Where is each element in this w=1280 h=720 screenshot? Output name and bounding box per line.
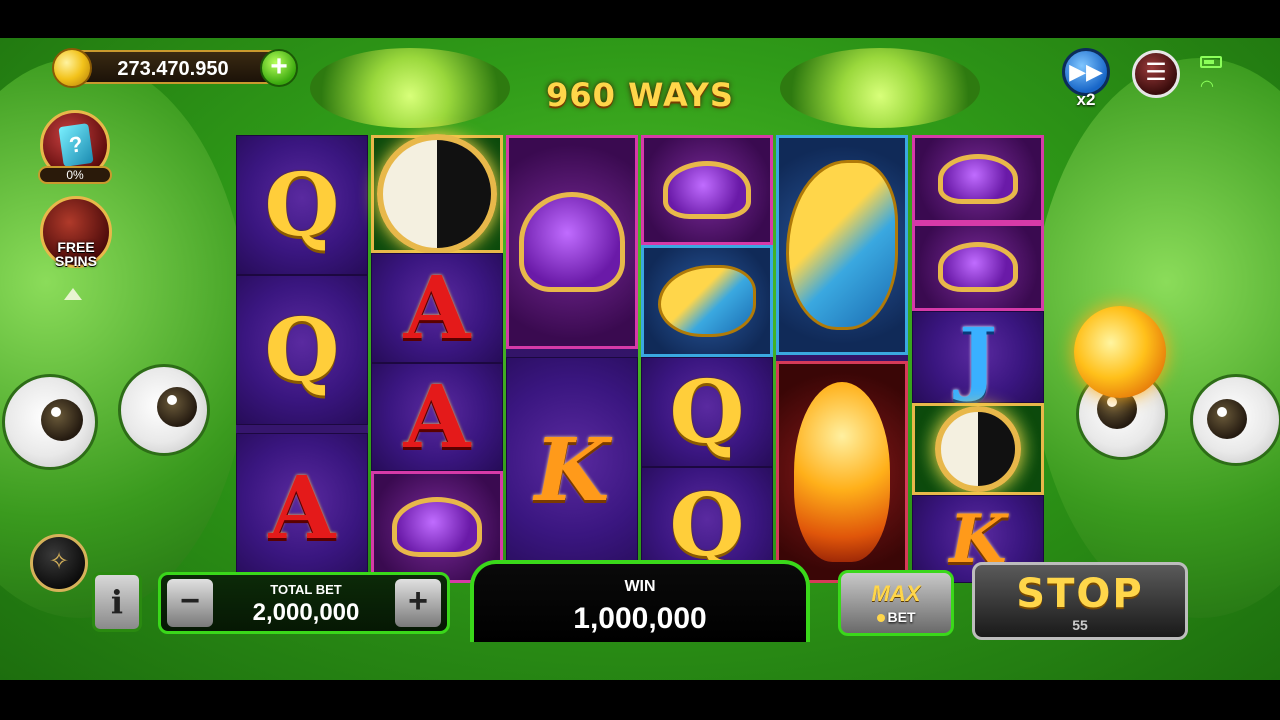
emblem-icon: ✧ <box>48 548 70 575</box>
balance-value: 273.470.950 <box>117 58 229 80</box>
symbol-yin-yang <box>371 134 503 254</box>
symbol-turtle <box>912 223 1044 311</box>
symbol-turtle <box>641 135 773 245</box>
turtle-icon <box>392 497 482 557</box>
coin-dot-icon <box>876 614 885 622</box>
reel-1: Q Q A <box>236 135 368 583</box>
symbol-q: Q <box>236 275 368 425</box>
total-bet-value: 2,000,000 <box>252 599 360 626</box>
letterbox-bottom <box>0 680 1280 720</box>
turtle-icon <box>938 154 1018 204</box>
max-bet-button[interactable]: MAX BET <box>838 570 954 636</box>
reel-3: K <box>506 135 638 583</box>
menu-icon: ☰ <box>1145 59 1167 86</box>
symbol-yin-yang <box>912 403 1044 495</box>
max-label: MAX <box>871 581 921 606</box>
win-label: WIN <box>624 578 656 595</box>
symbol-turtle-large <box>506 135 638 349</box>
coin-icon <box>52 48 92 88</box>
background-eye-left <box>310 48 510 128</box>
yin-yang-icon <box>935 406 1021 492</box>
phoenix-icon <box>794 382 890 562</box>
symbol-turtle <box>912 135 1044 223</box>
symbol-j: J <box>912 310 1044 404</box>
golden-orb <box>1074 306 1166 398</box>
free-spins-label: FREE SPINS <box>54 239 97 269</box>
symbol-a: A <box>236 433 368 583</box>
ways-label: 960 WAYS <box>546 76 734 114</box>
fast-forward-button[interactable]: ▶▶ <box>1062 48 1110 96</box>
right-frog-eye-2 <box>1190 374 1280 466</box>
symbol-q: Q <box>236 135 368 275</box>
mystery-progress: 0% <box>38 166 112 184</box>
left-frog-eye-1 <box>2 374 98 470</box>
fast-forward-icon: ▶▶ <box>1069 59 1103 84</box>
stop-label: STOP <box>1016 571 1144 617</box>
fish-icon <box>658 265 756 337</box>
wifi-icon: ◠ <box>1200 78 1214 95</box>
symbol-k: K <box>506 357 638 583</box>
game-stage: 273.470.950 + 960 WAYS ▶▶ x2 ☰ ◠ ? 0% FR… <box>0 38 1280 680</box>
symbol-q: Q <box>641 357 773 467</box>
symbol-phoenix <box>776 361 908 583</box>
turtle-icon <box>938 242 1018 292</box>
symbol-fish-large <box>776 135 908 355</box>
total-bet-panel: − TOTAL BET 2,000,000 + <box>158 572 450 634</box>
question-card-icon: ? <box>58 123 94 167</box>
left-frog-art <box>0 58 250 618</box>
info-button[interactable]: i <box>92 572 142 632</box>
fish-icon <box>786 160 898 330</box>
reel-6: J K <box>912 135 1044 583</box>
balance-bar: 273.470.950 + <box>52 48 298 88</box>
reel-5 <box>776 135 908 583</box>
bet-label: BET <box>841 609 951 625</box>
autospin-count: 55 <box>1072 617 1088 633</box>
symbol-a: A <box>371 253 503 363</box>
decrease-bet-button[interactable]: − <box>167 579 213 627</box>
turtle-icon <box>663 161 751 219</box>
battery-icon <box>1200 56 1222 68</box>
yin-yang-icon <box>377 134 497 254</box>
reel-4: Q Q <box>641 135 773 583</box>
total-bet-label: TOTAL BET <box>270 582 342 597</box>
symbol-a: A <box>371 363 503 471</box>
speed-multiplier: x2 <box>1076 90 1096 109</box>
expand-arrow-icon[interactable] <box>64 288 82 300</box>
symbol-fish <box>641 245 773 357</box>
stop-button[interactable]: STOP 55 <box>972 562 1188 640</box>
turtle-icon <box>519 192 625 292</box>
increase-bet-button[interactable]: + <box>395 579 441 627</box>
reel-2: A A <box>371 134 503 583</box>
emblem-button[interactable]: ✧ <box>30 534 88 592</box>
add-coins-button[interactable]: + <box>260 49 298 87</box>
letterbox-top <box>0 0 1280 38</box>
menu-button[interactable]: ☰ <box>1132 50 1180 98</box>
left-frog-eye-2 <box>118 364 210 456</box>
reel-grid: Q Q A A A K Q Q J K <box>236 134 1044 583</box>
win-value: 1,000,000 <box>573 602 707 635</box>
background-eye-right <box>780 48 980 128</box>
win-panel: WIN 1,000,000 <box>470 560 810 642</box>
